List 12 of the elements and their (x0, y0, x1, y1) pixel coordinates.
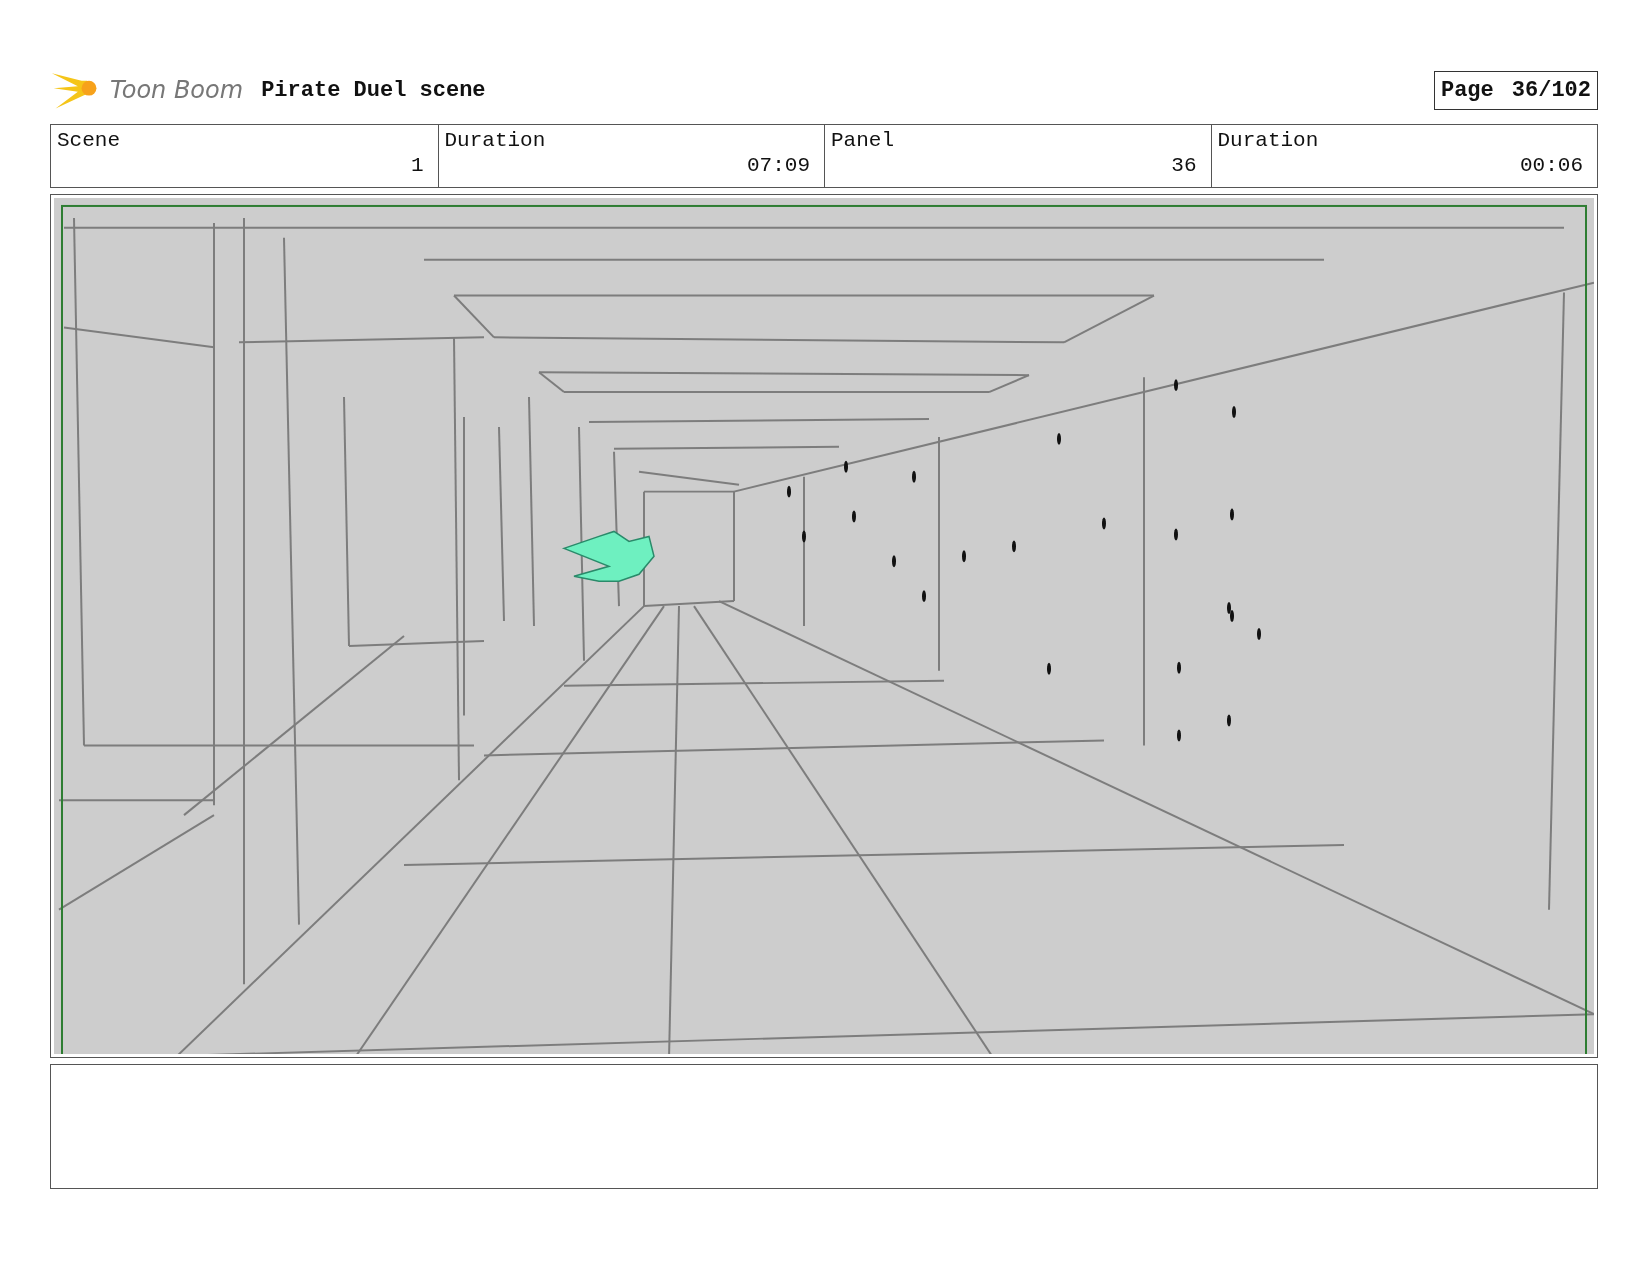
info-label: Scene (57, 129, 121, 152)
info-value: 07:09 (746, 154, 810, 177)
info-value: 36 (1170, 154, 1197, 177)
scene-title: Pirate Duel scene (261, 77, 486, 103)
info-value: 00:06 (1519, 154, 1583, 177)
info-label: Panel (831, 129, 895, 152)
page-label: Page (1440, 77, 1494, 103)
logo-text: Toon Boom (110, 76, 244, 104)
page-number: 36/102 (1511, 77, 1591, 103)
info-value: 1 (409, 154, 424, 177)
info-label: Duration (444, 129, 547, 152)
info-label: Duration (1217, 129, 1320, 152)
